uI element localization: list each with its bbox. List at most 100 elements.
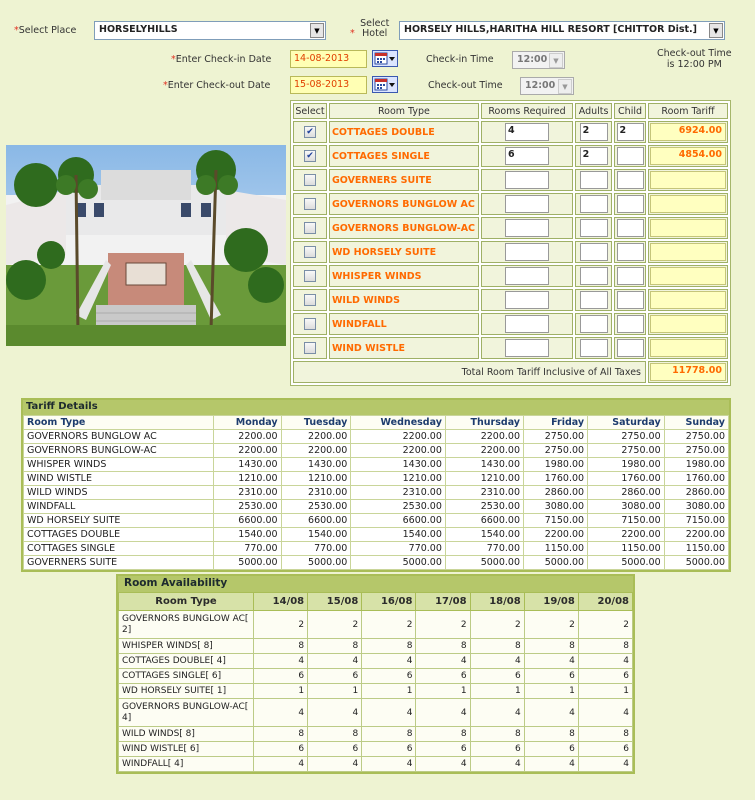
availability-count: 6: [577, 668, 634, 684]
availability-count: 2: [415, 610, 471, 639]
tariff-value: 1150.00: [587, 541, 665, 556]
tariff-value: 5000.00: [663, 555, 730, 570]
adults-input[interactable]: [579, 339, 608, 357]
availability-count: 6: [307, 741, 363, 757]
tariff-value: 3080.00: [663, 499, 730, 514]
select-checkbox[interactable]: [303, 222, 316, 234]
rooms-required-input[interactable]: [505, 291, 550, 309]
adults-input[interactable]: 2: [579, 147, 608, 165]
tariff-value: 3080.00: [523, 499, 589, 514]
child-input[interactable]: [616, 147, 644, 165]
room-type-name: WD HORSELY SUITE: [328, 241, 479, 263]
rooms-required-input[interactable]: [505, 195, 550, 213]
tariff-value: 770.00: [213, 541, 282, 556]
tariff-value: 2530.00: [213, 499, 282, 514]
room-tariff-field: [650, 291, 726, 309]
child-input[interactable]: [616, 267, 644, 285]
rooms-required-input[interactable]: [505, 315, 550, 333]
select-checkbox[interactable]: [303, 318, 316, 330]
tariff-value: 1980.00: [523, 457, 589, 472]
checkin-time-select[interactable]: 12:00 ▼: [512, 51, 565, 69]
availability-count: 1: [252, 683, 309, 699]
tariff-value: 2860.00: [587, 485, 665, 500]
child-input[interactable]: [616, 315, 644, 333]
adults-input[interactable]: [579, 315, 608, 333]
child-input[interactable]: [616, 291, 644, 309]
tariff-col-header: Tuesday: [280, 415, 352, 430]
room-type-name: GOVERNORS BUNGLOW-AC: [328, 217, 479, 239]
calendar-icon[interactable]: [372, 76, 398, 93]
room-tariff-field: [650, 219, 726, 237]
chevron-down-icon: ▼: [709, 23, 723, 38]
adults-input[interactable]: [579, 171, 608, 189]
tariff-row: GOVERNERS SUITE 5000.00 5000.00 5000.00 5000…: [23, 555, 730, 570]
child-input[interactable]: [616, 171, 644, 189]
room-type-name: GOVERNERS SUITE: [328, 169, 479, 191]
select-checkbox[interactable]: [303, 342, 316, 354]
tariff-row: WINDFALL 2530.00 2530.00 2530.00 2530.00 3080…: [23, 499, 730, 514]
checkout-date-input[interactable]: 15-08-2013: [290, 76, 367, 94]
tariff-value: 2200.00: [280, 443, 352, 458]
availability-count: 4: [252, 698, 309, 727]
room-row: WILD WINDS: [293, 289, 728, 311]
availability-count: 8: [523, 726, 579, 742]
rooms-required-input[interactable]: [505, 243, 550, 261]
select-checkbox[interactable]: [303, 270, 316, 282]
tariff-value: 5000.00: [587, 555, 665, 570]
tariff-room-type: GOVERNORS BUNGLOW-AC: [23, 443, 214, 458]
adults-input[interactable]: [579, 219, 608, 237]
rooms-required-input[interactable]: 6: [505, 147, 550, 165]
availability-count: 6: [469, 668, 525, 684]
availability-count: 4: [469, 653, 525, 669]
total-label: Total Room Tariff Inclusive of All Taxes: [293, 361, 646, 383]
availability-count: 2: [307, 610, 363, 639]
availability-col-header: 20/08: [577, 592, 634, 611]
select-checkbox[interactable]: [303, 294, 316, 306]
rooms-required-input[interactable]: [505, 219, 550, 237]
availability-count: 4: [523, 653, 579, 669]
adults-input[interactable]: [579, 243, 608, 261]
child-input[interactable]: [616, 195, 644, 213]
tariff-value: 2530.00: [350, 499, 446, 514]
checkin-date-input[interactable]: 14-08-2013: [290, 50, 367, 68]
availability-row: COTTAGES DOUBLE[ 4] 4 4 4 4 4 4 4: [118, 653, 634, 669]
tariff-col-header: Thursday: [444, 415, 525, 430]
tariff-value: 2310.00: [350, 485, 446, 500]
adults-input[interactable]: 2: [579, 123, 608, 141]
hotel-select[interactable]: HORSELY HILLS,HARITHA HILL RESORT [CHITT…: [399, 21, 725, 40]
tariff-value: 2310.00: [213, 485, 282, 500]
tariff-value: 1430.00: [280, 457, 352, 472]
rooms-required-input[interactable]: [505, 339, 550, 357]
tariff-row: WILD WINDS 2310.00 2310.00 2310.00 2310.00 28…: [23, 485, 730, 500]
select-checkbox[interactable]: [303, 174, 316, 186]
select-checkbox[interactable]: ✔: [303, 150, 316, 162]
col-select: Select: [293, 103, 327, 119]
adults-input[interactable]: [579, 291, 608, 309]
availability-count: 8: [307, 638, 363, 654]
rooms-required-input[interactable]: 4: [505, 123, 550, 141]
rooms-required-input[interactable]: [505, 267, 550, 285]
availability-count: 4: [307, 756, 363, 772]
child-input[interactable]: [616, 243, 644, 261]
availability-row: WHISPER WINDS[ 8] 8 8 8 8 8 8 8: [118, 638, 634, 654]
child-input[interactable]: 2: [616, 123, 644, 141]
select-checkbox[interactable]: [303, 198, 316, 210]
calendar-icon[interactable]: [372, 50, 398, 67]
tariff-value: 1210.00: [350, 471, 446, 486]
tariff-value: 770.00: [280, 541, 352, 556]
rooms-required-input[interactable]: [505, 171, 550, 189]
tariff-value: 2200.00: [587, 527, 665, 542]
select-checkbox[interactable]: [303, 246, 316, 258]
availability-count: 2: [361, 610, 417, 639]
tariff-value: 1980.00: [587, 457, 665, 472]
child-input[interactable]: [616, 219, 644, 237]
adults-input[interactable]: [579, 267, 608, 285]
child-input[interactable]: [616, 339, 644, 357]
tariff-value: 1540.00: [444, 527, 525, 542]
checkout-time-select[interactable]: 12:00 ▼: [520, 77, 574, 95]
place-select[interactable]: HORSELYHILLS ▼: [94, 21, 326, 40]
tariff-value: 2750.00: [663, 443, 730, 458]
availability-row: GOVERNORS BUNGLOW-AC[ 4] 4 4 4 4 4 4 4: [118, 698, 634, 727]
select-checkbox[interactable]: ✔: [303, 126, 316, 138]
adults-input[interactable]: [579, 195, 608, 213]
